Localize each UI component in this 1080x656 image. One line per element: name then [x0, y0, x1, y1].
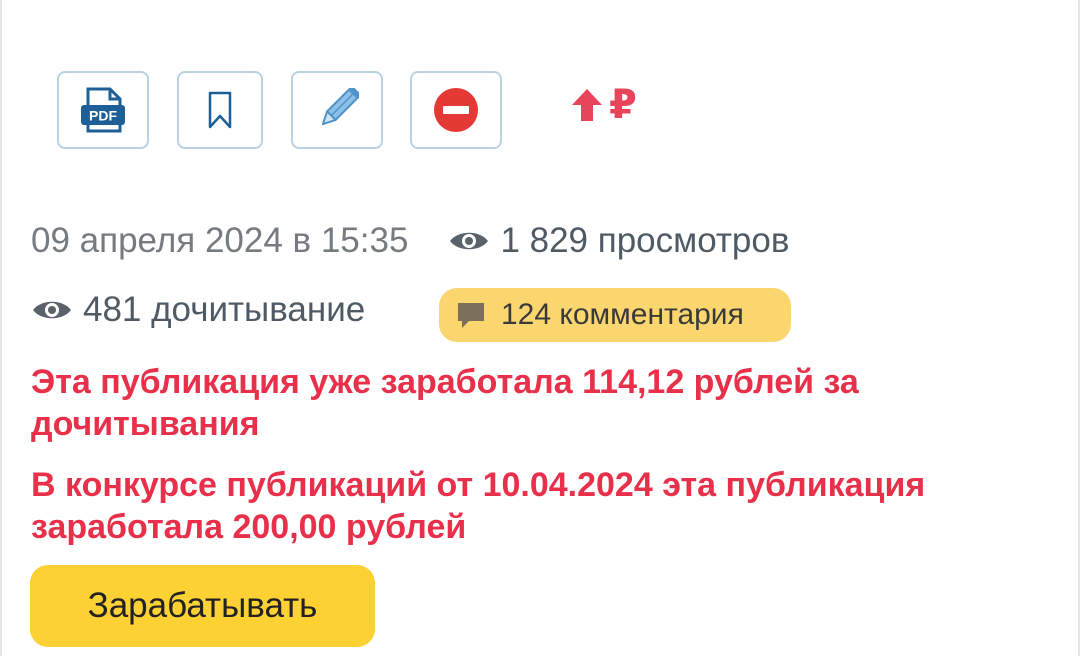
bookmark-icon [208, 91, 232, 129]
earnings-reads-text: Эта публикация уже заработала 114,12 руб… [31, 363, 859, 443]
publish-date: 09 апреля 2024 в 15:35 [31, 221, 409, 260]
bookmark-button[interactable] [177, 71, 263, 149]
eye-icon [450, 232, 489, 250]
comments-count: 124 комментария [501, 298, 744, 331]
edit-button[interactable] [291, 71, 383, 149]
earnings-contest-text: В конкурсе публикаций от 10.04.2024 эта … [31, 466, 926, 546]
ruble-icon: ₽ [609, 83, 637, 127]
block-button[interactable] [410, 71, 502, 149]
reads-meta: 481 дочитывание [31, 285, 365, 335]
no-entry-icon [434, 88, 478, 132]
download-pdf-button[interactable]: PDF [57, 71, 149, 149]
card-border-left [0, 0, 2, 656]
pencil-icon [321, 88, 359, 126]
earn-button[interactable]: Зарабатывать [30, 565, 375, 647]
reads-count: 481 дочитывание [83, 290, 366, 329]
arrow-up-icon [572, 89, 602, 121]
svg-text:PDF: PDF [89, 108, 117, 124]
comment-icon [458, 303, 484, 328]
pdf-icon: PDF [81, 87, 125, 133]
publication-meta: 09 апреля 2024 в 15:35 1 829 просмотров [31, 216, 789, 266]
eye-icon [33, 301, 71, 319]
views-count: 1 829 просмотров [500, 221, 790, 260]
comments-badge[interactable]: 124 комментария [439, 288, 791, 342]
raise-price-indicator[interactable]: ₽ [569, 85, 637, 125]
